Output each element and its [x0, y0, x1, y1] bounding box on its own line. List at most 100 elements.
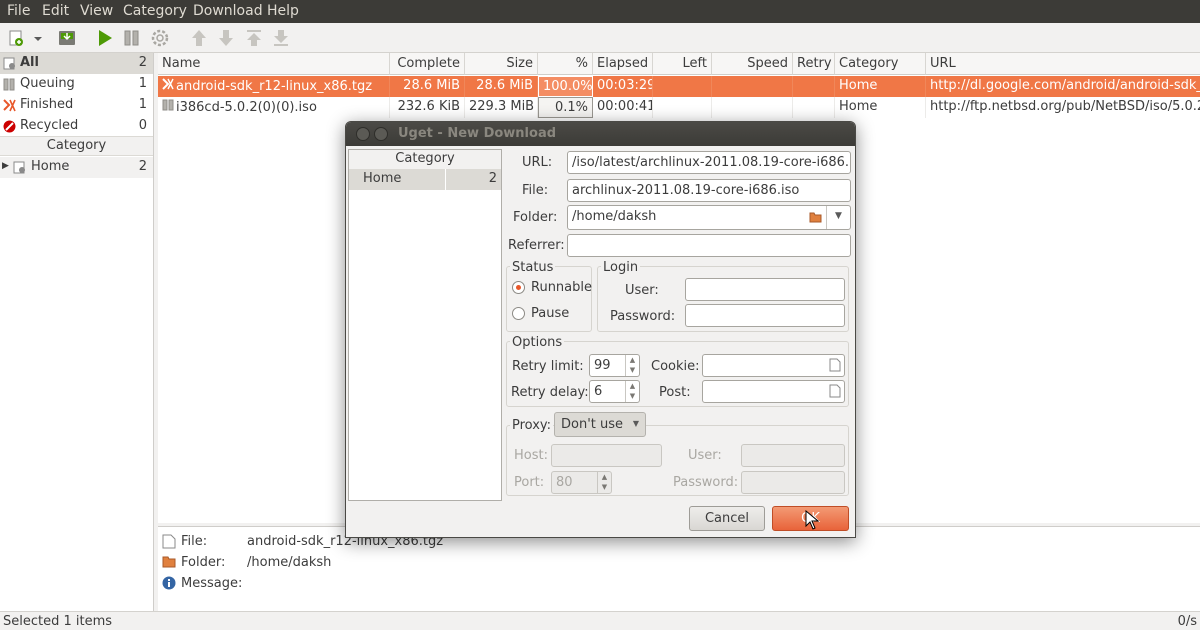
dropdown-arrow-icon[interactable] [32, 28, 44, 48]
sidebar-item-label: Recycled [20, 118, 79, 133]
properties-icon[interactable] [150, 28, 170, 48]
column-header-speed[interactable]: Speed [712, 53, 793, 75]
menu-download[interactable]: Download [193, 3, 263, 19]
login-password-label: Password: [610, 309, 676, 324]
column-header-elapsed[interactable]: Elapsed [593, 53, 653, 75]
sidebar-item-queuing[interactable]: Queuing 1 [0, 74, 153, 95]
cancel-button[interactable]: Cancel [689, 506, 765, 531]
cookie-label: Cookie: [651, 359, 700, 374]
move-down-icon[interactable] [216, 28, 236, 48]
proxy-password-input[interactable] [741, 471, 845, 494]
sidebar-item-count: 2 [138, 55, 147, 70]
sidebar-item-label: Finished [20, 97, 74, 112]
sidebar-category-home[interactable]: ▶ Home 2 [0, 157, 153, 178]
expander-icon[interactable]: ▶ [2, 161, 9, 171]
proxy-user-input[interactable] [741, 444, 845, 467]
column-header-name[interactable]: Name [158, 53, 390, 75]
column-header-size[interactable]: Size [465, 53, 538, 75]
proxy-password-label: Password: [673, 475, 739, 490]
referrer-label: Referrer: [508, 238, 565, 253]
minimize-icon[interactable] [374, 127, 388, 141]
proxy-type-combo[interactable]: Don't use ▼ [554, 412, 646, 437]
cookie-input[interactable] [702, 354, 845, 377]
details-pane: File: android-sdk_r12-linux_x86.tgz Fold… [158, 526, 1200, 611]
menu-help[interactable]: Help [267, 3, 299, 19]
start-icon[interactable] [95, 28, 115, 48]
menu-category[interactable]: Category [123, 3, 187, 19]
login-user-label: User: [625, 283, 659, 298]
category-label: Home [363, 171, 402, 186]
proxy-port-label: Port: [514, 475, 545, 490]
sidebar-item-count: 2 [138, 159, 147, 174]
retry-limit-spin[interactable]: 99 ▲ ▼ [589, 354, 640, 377]
chevron-down-icon: ▼ [632, 419, 639, 428]
queuing-icon [3, 78, 16, 91]
table-cell-complete: 28.6 MiB [390, 76, 465, 97]
proxy-port-spin[interactable]: 80 ▲ ▼ [551, 471, 612, 494]
proxy-user-label: User: [688, 448, 722, 463]
table-cell-size: 229.3 MiB [465, 97, 538, 118]
chevron-down-icon[interactable]: ▼ [826, 206, 850, 229]
proxy-host-input[interactable] [551, 444, 662, 467]
column-header-retry[interactable]: Retry [793, 53, 835, 75]
table-cell-category: Home [835, 97, 926, 118]
folder-value: /home/daksh [572, 209, 657, 224]
retry-delay-label: Retry delay: [511, 385, 589, 400]
folder-browse-icon[interactable] [809, 211, 822, 227]
url-input[interactable]: /iso/latest/archlinux-2011.08.19-core-i6… [567, 151, 851, 174]
close-icon[interactable] [356, 127, 370, 141]
pause-icon[interactable] [122, 28, 142, 48]
column-header-url[interactable]: URL [926, 53, 1200, 75]
new-download-dialog: Uget - New Download Category Home 2 URL:… [345, 121, 856, 538]
info-file-label: File: [181, 534, 208, 549]
pause-radio[interactable] [512, 307, 525, 320]
runnable-radio[interactable] [512, 281, 525, 294]
new-download-icon[interactable] [6, 28, 26, 48]
folder-combo[interactable]: /home/daksh ▼ [567, 205, 851, 230]
login-user-input[interactable] [685, 278, 845, 301]
post-label: Post: [659, 385, 691, 400]
file-input[interactable]: archlinux-2011.08.19-core-i686.iso [567, 179, 851, 202]
spin-arrows-icon[interactable]: ▲ ▼ [625, 355, 639, 376]
dialog-category-home[interactable]: Home 2 [349, 169, 501, 190]
sidebar-item-recycled[interactable]: Recycled 0 [0, 116, 153, 137]
menu-file[interactable]: File [7, 3, 30, 19]
sidebar-item-count: 1 [138, 76, 147, 91]
info-message-label: Message: [181, 576, 243, 591]
retry-delay-spin[interactable]: 6 ▲ ▼ [589, 380, 640, 403]
column-header-complete[interactable]: Complete [390, 53, 465, 75]
retry-limit-value: 99 [594, 358, 611, 373]
batch-download-icon[interactable] [57, 28, 77, 48]
status-text: Selected 1 items [3, 614, 113, 629]
menu-edit[interactable]: Edit [42, 3, 69, 19]
column-header-left[interactable]: Left [653, 53, 712, 75]
folder-icon [13, 161, 26, 174]
login-password-input[interactable] [685, 304, 845, 327]
sidebar-item-all[interactable]: All 2 [0, 53, 153, 74]
move-up-icon[interactable] [189, 28, 209, 48]
table-cell-percent: 100.0% [538, 76, 593, 97]
dialog-category-header[interactable]: Category [349, 150, 501, 169]
file-icon[interactable] [829, 384, 841, 402]
move-bottom-icon[interactable] [271, 28, 291, 48]
menu-view[interactable]: View [80, 3, 113, 19]
file-icon[interactable] [829, 358, 841, 376]
move-top-icon[interactable] [244, 28, 264, 48]
info-icon [162, 576, 176, 594]
pause-label: Pause [531, 306, 570, 321]
category-header[interactable]: Category [0, 136, 153, 156]
column-header-category[interactable]: Category [835, 53, 926, 75]
column-header-percent[interactable]: % [538, 53, 593, 75]
table-cell-size: 28.6 MiB [465, 76, 538, 97]
sidebar-item-finished[interactable]: Finished 1 [0, 95, 153, 116]
spin-arrows-icon[interactable]: ▲ ▼ [625, 381, 639, 402]
spin-arrows-icon[interactable]: ▲ ▼ [597, 472, 611, 493]
sidebar-item-label: All [20, 55, 39, 70]
menu-bar: File Edit View Category Download Help [0, 0, 1200, 23]
info-folder-value: /home/daksh [247, 555, 332, 570]
referrer-input[interactable] [567, 234, 851, 257]
all-icon [3, 57, 16, 70]
post-input[interactable] [702, 380, 845, 403]
dialog-titlebar[interactable]: Uget - New Download [346, 122, 855, 146]
table-cell-retry [793, 97, 835, 118]
